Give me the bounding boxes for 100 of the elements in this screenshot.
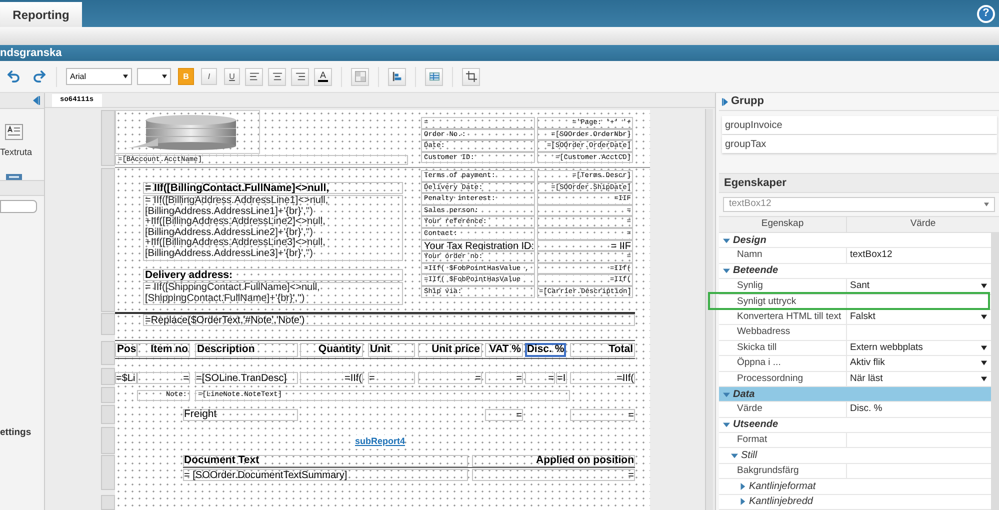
- band-marker: [101, 427, 115, 454]
- property-row[interactable]: Namn textBox12: [719, 248, 991, 264]
- property-category[interactable]: Kantlinjeformat: [719, 479, 991, 495]
- report-field: Your Tax Registration ID:: [421, 240, 535, 252]
- column-header[interactable]: Quantity: [300, 343, 363, 357]
- font-select[interactable]: Arial: [66, 68, 132, 85]
- report-field: = IIF: [537, 240, 633, 252]
- report-field: =: [368, 372, 415, 384]
- report-field: = [SOOrder.DocumentTextSummary]: [183, 469, 468, 481]
- column-header[interactable]: Description: [195, 343, 298, 357]
- expand-arrow-icon[interactable]: [723, 236, 730, 244]
- expand-arrow-icon[interactable]: [723, 390, 730, 398]
- expression-line: +IIf([BillingAddress.AddressLine3]<>null,: [145, 238, 326, 248]
- expand-arrow-icon[interactable]: [723, 267, 730, 274]
- collapse-panel-icon[interactable]: [33, 96, 40, 105]
- property-category[interactable]: Utseende: [719, 418, 991, 434]
- table-icon: [428, 71, 440, 82]
- align-center-button[interactable]: [268, 68, 286, 86]
- align-left-button[interactable]: [245, 68, 263, 86]
- font-color-button[interactable]: A: [314, 68, 332, 86]
- report-field: Delivery address:: [143, 269, 403, 281]
- redo-icon[interactable]: [32, 69, 47, 84]
- panel-title: Grupp: [731, 94, 764, 110]
- text-box-icon[interactable]: [5, 124, 23, 140]
- section-label: ettings: [0, 426, 32, 440]
- align-objects-button[interactable]: [388, 68, 406, 86]
- help-button[interactable]: ?: [977, 4, 995, 22]
- property-row[interactable]: Skicka till Extern webbplats: [719, 340, 991, 356]
- background-button[interactable]: [351, 68, 369, 86]
- property-category[interactable]: Beteende: [719, 264, 991, 280]
- collapse-arrow-icon[interactable]: [739, 482, 746, 490]
- expression-line: [BillingAddress.AddressLine1]+'{br}',''): [145, 206, 314, 217]
- align-left-icon: [248, 71, 260, 82]
- scrollbar[interactable]: [991, 233, 999, 510]
- report-field: =: [418, 372, 482, 384]
- column-header[interactable]: VAT %: [485, 343, 523, 357]
- report-field: =: [472, 469, 635, 481]
- expand-arrow-icon[interactable]: [723, 421, 730, 428]
- band-marker: [101, 405, 115, 424]
- dropdown-arrow-icon[interactable]: [981, 360, 987, 366]
- column-header[interactable]: Total: [570, 343, 635, 357]
- expression-line: = IIf([BillingAddress.AddressLine1]<>null,: [145, 196, 330, 206]
- report-field: =: [570, 409, 635, 421]
- property-row[interactable]: Webbadress: [719, 325, 991, 341]
- property-category[interactable]: Design: [719, 233, 991, 248]
- column-header[interactable]: Item no: [137, 343, 190, 357]
- property-category[interactable]: Still: [719, 448, 991, 464]
- report-field: =Replace($OrderText,'#Note','Note'): [143, 314, 635, 326]
- app-tab[interactable]: Reporting: [0, 2, 82, 27]
- report-field: = IIf([BillingContact.FullName]<>null,: [143, 182, 403, 194]
- dropdown-arrow-icon[interactable]: [981, 344, 987, 351]
- checkered-square-icon: [354, 71, 366, 82]
- property-row[interactable]: Format: [719, 433, 991, 448]
- border-button[interactable]: [462, 68, 480, 86]
- dropdown-arrow-icon[interactable]: [981, 314, 987, 320]
- scrollbar[interactable]: [705, 109, 713, 510]
- property-row[interactable]: Bakgrundsfärg: [719, 464, 991, 480]
- report-field: =$Li: [115, 372, 137, 384]
- report-field: =I: [556, 372, 567, 384]
- align-bars-icon: [392, 71, 402, 82]
- report-field: =: [137, 372, 190, 384]
- tool-icon[interactable]: [6, 174, 22, 180]
- search-field[interactable]: [0, 200, 37, 212]
- property-row[interactable]: Konvertera HTML till text Falskt: [719, 310, 991, 326]
- expression-line: = IIf([ShippingContact.FullName]<>null,: [145, 283, 321, 294]
- expression-line: [ShippingContact.FullName]+'{br}',''): [145, 294, 306, 304]
- group-item[interactable]: groupTax: [722, 135, 997, 153]
- tool-label: Textruta: [0, 146, 34, 159]
- dropdown-arrow-icon[interactable]: [981, 376, 987, 382]
- property-category[interactable]: Data: [719, 386, 991, 402]
- dropdown-arrow-icon[interactable]: [981, 283, 987, 290]
- property-category[interactable]: Kantlinjebredd: [719, 494, 991, 510]
- dropdown-arrow-icon: [984, 202, 989, 207]
- align-right-button[interactable]: [291, 68, 309, 86]
- report-field: Applied on position: [472, 455, 635, 467]
- column-header[interactable]: Disc. %: [525, 343, 566, 357]
- column-header[interactable]: Pos: [115, 343, 137, 357]
- object-select[interactable]: textBox12: [723, 197, 995, 212]
- property-row[interactable]: Värde Disc. %: [719, 402, 991, 418]
- format-button[interactable]: U: [224, 68, 240, 85]
- undo-icon[interactable]: [6, 69, 21, 84]
- panel-toggle-icon[interactable]: [722, 98, 728, 106]
- align-center-icon: [272, 71, 282, 82]
- report-field: =: [485, 409, 523, 421]
- align-right-icon: [294, 71, 306, 82]
- report-field: =IIf(: [570, 372, 635, 384]
- report-field: =[SOLine.TranDesc]: [195, 372, 298, 384]
- property-row[interactable]: Öppna i ... Aktiv flik: [719, 356, 991, 372]
- expression-line: [BillingAddress.AddressLine2]+'{br}',''): [145, 228, 314, 238]
- format-button[interactable]: I: [201, 68, 217, 85]
- panel-title: Egenskaper: [724, 176, 786, 191]
- collapse-arrow-icon[interactable]: [739, 498, 746, 506]
- table-button[interactable]: [425, 68, 443, 86]
- column-header[interactable]: Unit: [368, 343, 415, 357]
- property-row[interactable]: Synlig Sant: [719, 279, 991, 295]
- column-header[interactable]: Unit price: [418, 343, 482, 357]
- group-item[interactable]: groupInvoice: [722, 116, 997, 134]
- expand-arrow-icon[interactable]: [731, 452, 738, 460]
- subreport-link[interactable]: subReport4: [355, 435, 406, 448]
- title-bar: ndsgranska: [0, 45, 999, 61]
